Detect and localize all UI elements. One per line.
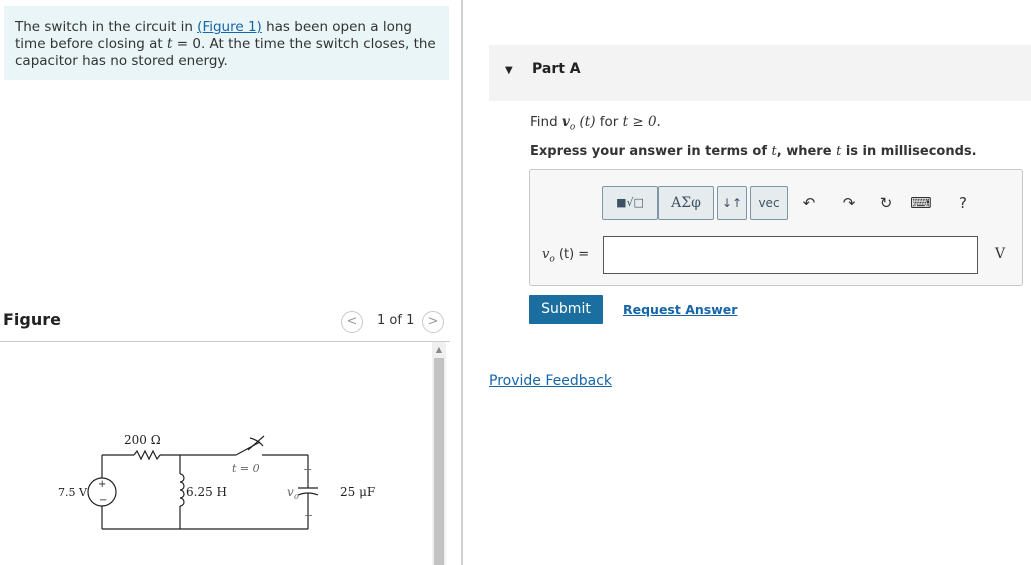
- pager-prev-button[interactable]: <: [341, 311, 363, 333]
- figure-scrollbar[interactable]: ▲: [432, 342, 446, 565]
- output-minus: −: [304, 509, 313, 522]
- question-prefix: Find: [530, 114, 562, 130]
- collapse-caret-icon[interactable]: ▼: [505, 65, 513, 76]
- source-minus: −: [99, 495, 107, 506]
- circuit-diagram: + − 7.5 V 200 Ω 6.25 H t = 0 25 μF + v o…: [58, 433, 375, 530]
- part-title: Part A: [532, 61, 581, 77]
- answer-unit: V: [995, 246, 1006, 262]
- switch-label: t = 0: [232, 462, 260, 475]
- pager-next-button[interactable]: >: [422, 311, 444, 333]
- source-label: 7.5 V: [58, 486, 88, 499]
- question-mid: for: [599, 114, 623, 130]
- answer-box: ■√□ ΑΣφ ↓↑ vec ↶ ↷ ↻ ⌨ ? vo (t) = V: [529, 169, 1023, 286]
- answer-input[interactable]: [603, 236, 978, 274]
- figure-area: + − 7.5 V 200 Ω 6.25 H t = 0 25 μF + v o…: [0, 342, 432, 565]
- scroll-up-arrow-icon[interactable]: ▲: [432, 344, 446, 356]
- arrows-button[interactable]: ↓↑: [717, 186, 747, 220]
- undo-icon[interactable]: ↶: [798, 194, 820, 212]
- figure-header: Figure < 1 of 1 >: [0, 300, 450, 342]
- instruction-a: Express your answer in terms of: [530, 144, 772, 159]
- resistor-label: 200 Ω: [124, 433, 161, 447]
- resistor-200-ohm: [133, 449, 161, 461]
- inductor-6-25-H: [179, 473, 185, 507]
- request-answer-link[interactable]: Request Answer: [623, 302, 737, 317]
- output-label: v: [287, 485, 294, 499]
- pager-label: 1 of 1: [377, 313, 415, 328]
- problem-text-1: The switch in the circuit in: [15, 19, 198, 35]
- instruction-b: , where: [776, 144, 837, 159]
- submit-button[interactable]: Submit: [529, 295, 603, 324]
- instruction-c: is in milliseconds.: [841, 144, 977, 159]
- question-var: v: [561, 114, 570, 130]
- keyboard-icon[interactable]: ⌨: [910, 194, 932, 212]
- greek-symbols-button[interactable]: ΑΣφ: [658, 186, 714, 220]
- reset-icon[interactable]: ↻: [875, 194, 897, 212]
- scrollbar-thumb[interactable]: [434, 358, 444, 565]
- problem-statement: The switch in the circuit in (Figure 1) …: [4, 6, 449, 80]
- instruction-text: Express your answer in terms of t, where…: [530, 144, 977, 159]
- output-plus: +: [303, 463, 312, 476]
- inductor-label: 6.25 H: [186, 485, 227, 499]
- vector-button[interactable]: vec: [750, 186, 788, 220]
- figure-title: Figure: [3, 310, 61, 329]
- switch: [235, 441, 261, 456]
- capacitor-label: 25 μF: [340, 485, 375, 499]
- answer-label-rest: (t) =: [554, 247, 590, 262]
- source-plus: +: [98, 479, 106, 490]
- templates-button[interactable]: ■√□: [602, 186, 658, 220]
- provide-feedback-link[interactable]: Provide Feedback: [489, 373, 612, 389]
- question-arg: (t): [575, 114, 600, 130]
- answer-label: vo (t) =: [542, 247, 589, 265]
- help-icon[interactable]: ?: [952, 194, 974, 212]
- part-a-header[interactable]: ▼ Part A: [489, 45, 1031, 101]
- redo-icon[interactable]: ↷: [838, 194, 860, 212]
- figure-link[interactable]: (Figure 1): [197, 19, 262, 35]
- question-text: Find vo (t) for t ≥ 0.: [530, 114, 661, 133]
- question-cond: t ≥ 0.: [622, 114, 661, 130]
- output-sub: o: [294, 492, 299, 501]
- column-divider: [461, 0, 463, 565]
